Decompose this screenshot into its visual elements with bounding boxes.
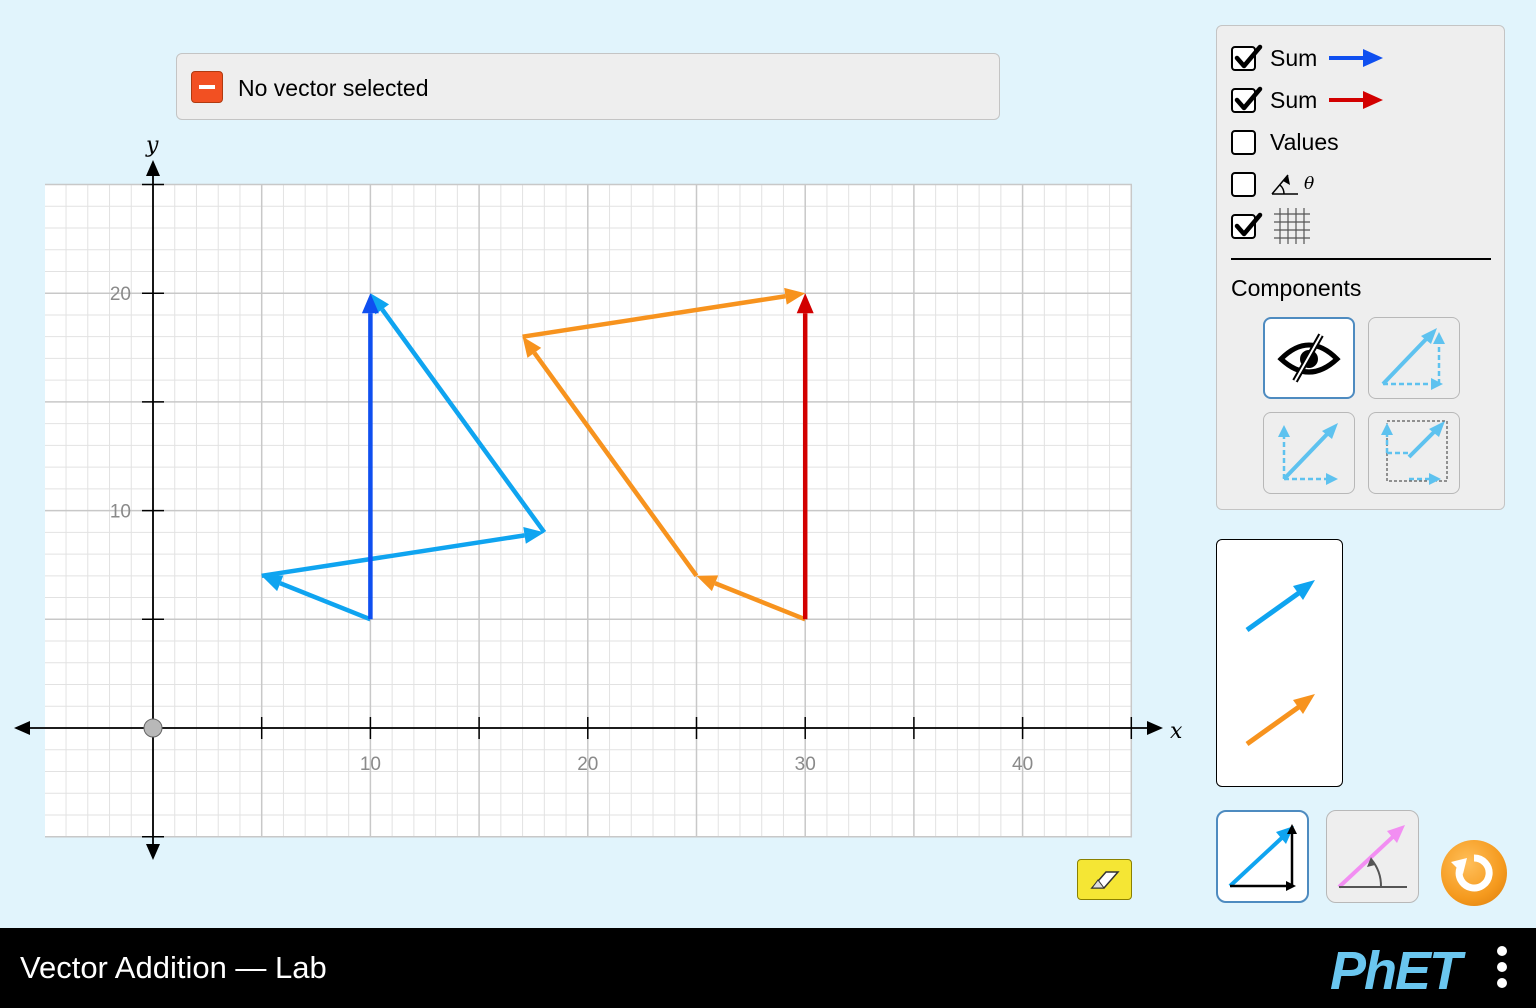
navigation-bar: Vector Addition — Lab bbox=[0, 928, 1536, 1008]
components-parallelogram-button[interactable] bbox=[1263, 412, 1355, 494]
x-axis-label: x bbox=[1170, 719, 1183, 744]
x-tick-label: 40 bbox=[1012, 754, 1033, 775]
check-icon bbox=[1234, 212, 1263, 236]
x-tick-label: 30 bbox=[795, 754, 816, 775]
components-invisible-button[interactable] bbox=[1263, 317, 1355, 399]
angle-checkbox[interactable] bbox=[1231, 171, 1256, 197]
y-axis-bottom-arrowhead bbox=[146, 844, 160, 860]
x-tick-label: 20 bbox=[577, 754, 598, 775]
polar-icon bbox=[1337, 825, 1407, 889]
sum-red-checkbox[interactable] bbox=[1231, 86, 1263, 113]
menu-kebab-icon[interactable] bbox=[1495, 946, 1509, 994]
blue-vector-creator-icon[interactable] bbox=[1241, 576, 1321, 636]
components-triangle-button[interactable] bbox=[1368, 317, 1460, 399]
control-panel: Sum Sum Values θ Components bbox=[1216, 25, 1505, 510]
y-axis-label: y bbox=[145, 133, 159, 158]
theta-symbol: θ bbox=[1304, 174, 1315, 194]
phet-logo[interactable]: PhET bbox=[1330, 940, 1462, 1002]
triangle-components-icon bbox=[1381, 328, 1445, 390]
parallelogram-components-icon bbox=[1278, 423, 1338, 485]
cartesian-icon bbox=[1228, 824, 1297, 891]
panel-divider bbox=[1231, 258, 1491, 260]
grid-icon bbox=[1274, 208, 1310, 244]
sum-blue-arrow-icon bbox=[1329, 49, 1384, 67]
sum-red-label: Sum bbox=[1270, 86, 1318, 113]
x-axis-left-arrowhead bbox=[14, 721, 30, 735]
eye-slash-icon bbox=[1277, 333, 1341, 383]
components-projection-button[interactable] bbox=[1368, 412, 1460, 494]
vector-creator-panel bbox=[1216, 539, 1343, 787]
values-label: Values bbox=[1270, 128, 1339, 155]
components-label: Components bbox=[1231, 275, 1362, 301]
graph-area[interactable]: x y 10 20 30 40 10 20 bbox=[0, 0, 1200, 928]
polar-mode-button[interactable] bbox=[1326, 810, 1419, 903]
origin-handle[interactable] bbox=[143, 718, 163, 738]
sum-blue-checkbox-row[interactable]: Sum bbox=[1231, 44, 1385, 72]
angle-checkbox-row[interactable]: θ bbox=[1231, 170, 1314, 198]
y-axis-top-arrowhead bbox=[146, 160, 160, 176]
reset-icon bbox=[1451, 854, 1493, 892]
orange-vector-creator-icon[interactable] bbox=[1241, 690, 1321, 750]
sim-title: Vector Addition — Lab bbox=[20, 950, 327, 985]
angle-icon bbox=[1271, 174, 1298, 195]
eraser-icon bbox=[1090, 871, 1120, 889]
sum-blue-label: Sum bbox=[1270, 44, 1318, 71]
reset-all-button[interactable] bbox=[1441, 840, 1507, 906]
check-icon bbox=[1234, 44, 1263, 68]
sum-red-checkbox-row[interactable]: Sum bbox=[1231, 86, 1385, 114]
values-checkbox[interactable] bbox=[1231, 129, 1256, 155]
cartesian-mode-button[interactable] bbox=[1216, 810, 1309, 903]
projection-components-icon bbox=[1381, 420, 1448, 485]
sum-blue-checkbox[interactable] bbox=[1231, 44, 1263, 71]
values-checkbox-row[interactable]: Values bbox=[1231, 128, 1339, 156]
sum-red-arrow-icon bbox=[1329, 91, 1384, 109]
x-axis-right-arrowhead bbox=[1147, 721, 1163, 735]
check-icon bbox=[1234, 86, 1263, 110]
y-tick-label: 20 bbox=[110, 284, 131, 305]
eraser-button[interactable] bbox=[1077, 859, 1132, 900]
x-tick-label: 10 bbox=[360, 754, 381, 775]
grid-checkbox[interactable] bbox=[1231, 212, 1263, 239]
y-tick-label: 10 bbox=[110, 502, 131, 523]
grid-checkbox-row[interactable] bbox=[1231, 208, 1310, 244]
